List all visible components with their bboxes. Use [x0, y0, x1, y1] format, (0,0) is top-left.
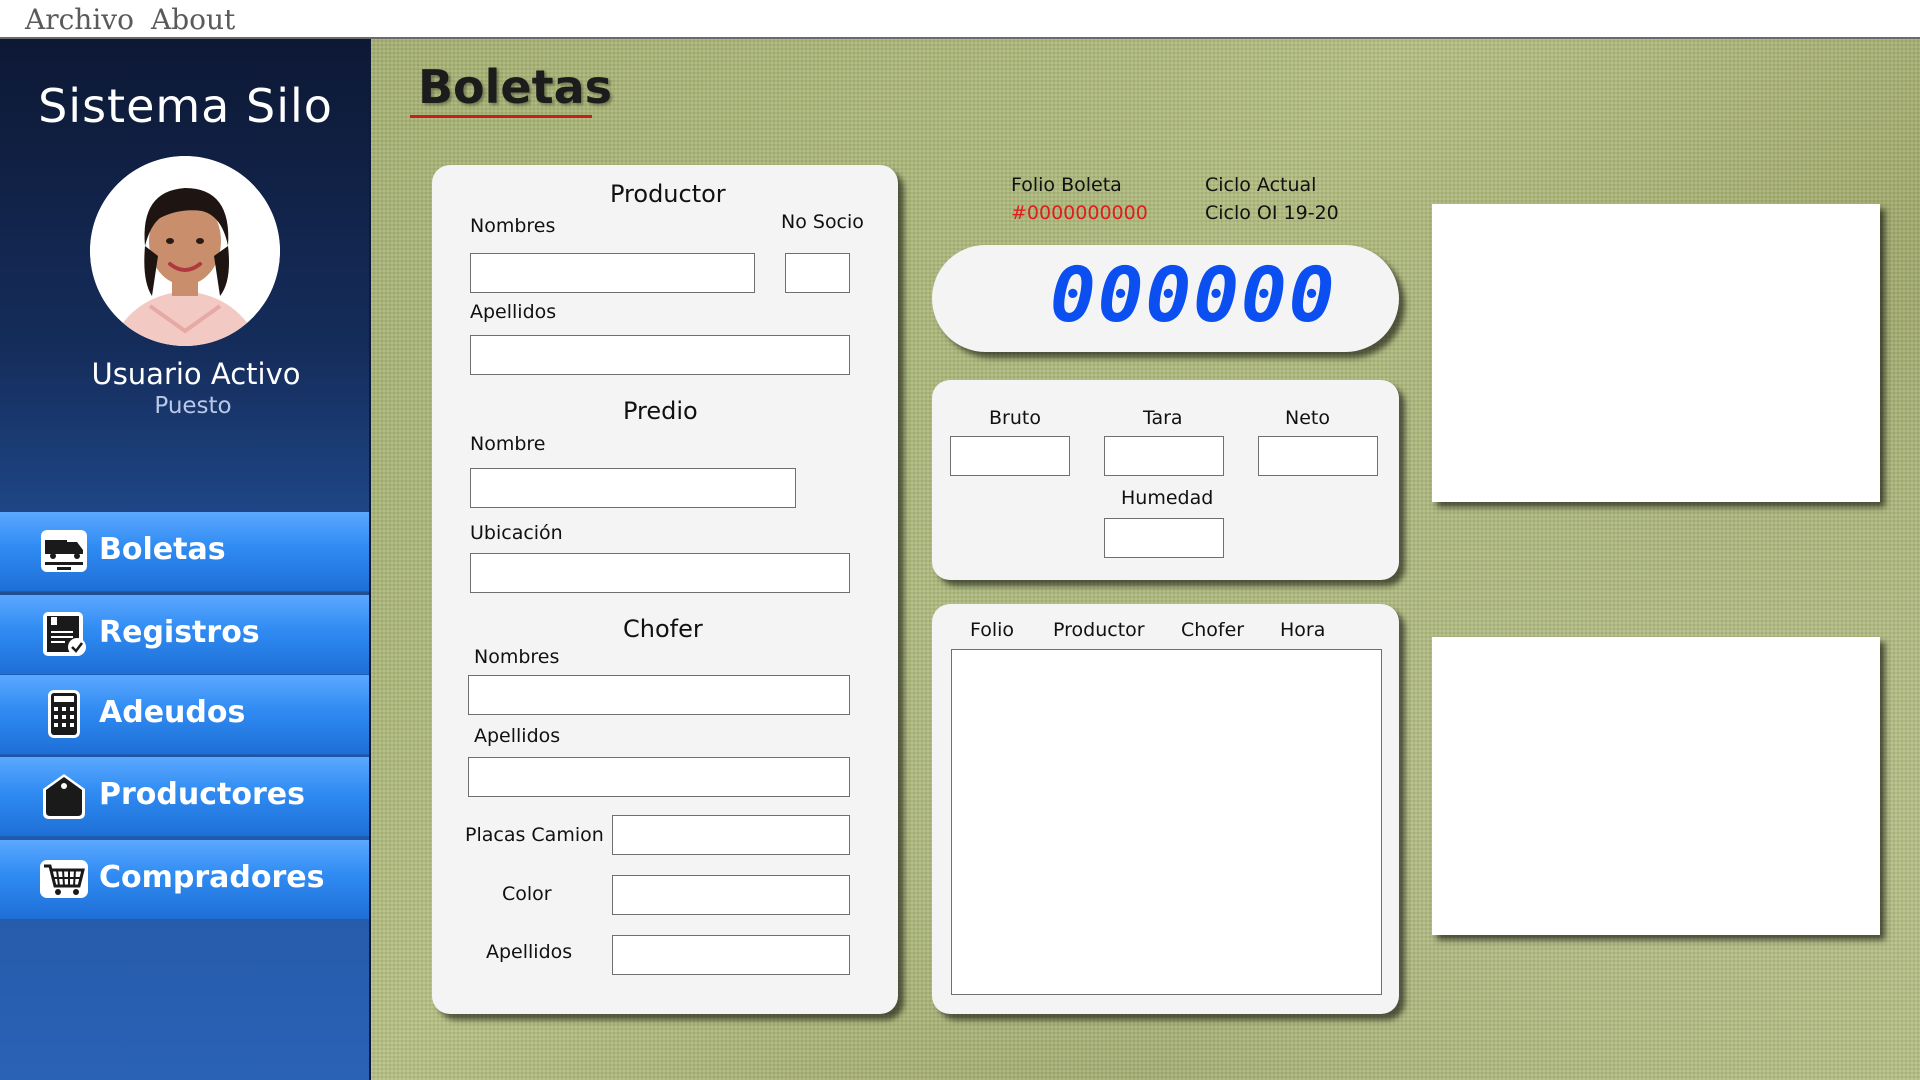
- chofer-section-title: Chofer: [623, 615, 703, 643]
- menu-bar: Archivo About: [0, 0, 1920, 39]
- folio-label: Folio Boleta: [1011, 174, 1122, 196]
- nav-label-registros: Registros: [99, 615, 260, 650]
- ubicacion-label: Ubicación: [470, 522, 563, 544]
- title-underline: [410, 115, 592, 118]
- ciclo-value: Ciclo OI 19-20: [1205, 202, 1339, 224]
- table-header-hora[interactable]: Hora: [1280, 619, 1325, 641]
- table-body[interactable]: [951, 649, 1382, 995]
- color-input[interactable]: [612, 875, 850, 915]
- predio-section-title: Predio: [623, 397, 698, 425]
- chofer-apellidos-label: Apellidos: [474, 725, 561, 747]
- calculator-icon: [39, 689, 89, 739]
- neto-label: Neto: [1285, 407, 1330, 429]
- shopping-cart-icon: [39, 854, 89, 904]
- no-socio-input[interactable]: [785, 253, 850, 293]
- nav-label-productores: Productores: [99, 777, 305, 812]
- user-name: Usuario Activo: [91, 357, 301, 391]
- truck-icon: [39, 526, 89, 576]
- humedad-input[interactable]: [1104, 518, 1224, 558]
- humedad-label: Humedad: [1121, 487, 1214, 509]
- nombres-label: Nombres: [470, 215, 556, 237]
- tara-label: Tara: [1143, 407, 1183, 429]
- user-photo-icon: [90, 156, 280, 346]
- register-icon: [39, 609, 89, 659]
- chofer-apellidos-input[interactable]: [468, 757, 850, 797]
- page-title: Boletas: [418, 60, 613, 114]
- predio-nombre-label: Nombre: [470, 433, 546, 455]
- ciclo-label: Ciclo Actual: [1205, 174, 1317, 196]
- nav-item-boletas[interactable]: Boletas: [0, 512, 369, 592]
- nav-label-adeudos: Adeudos: [99, 695, 246, 730]
- nav-item-compradores[interactable]: Compradores: [0, 840, 369, 920]
- user-role: Puesto: [154, 393, 232, 419]
- nav-item-adeudos[interactable]: Adeudos: [0, 675, 369, 755]
- nav-item-registros[interactable]: Registros: [0, 595, 369, 675]
- chofer-nombres-label: Nombres: [474, 646, 560, 668]
- bruto-label: Bruto: [989, 407, 1041, 429]
- camera-view-bottom: [1432, 637, 1880, 935]
- productor-nombres-input[interactable]: [470, 253, 755, 293]
- apellidos2-input[interactable]: [612, 935, 850, 975]
- scale-display-value: 000000: [1050, 250, 1337, 339]
- productor-apellidos-input[interactable]: [470, 335, 850, 375]
- predio-nombre-input[interactable]: [470, 468, 796, 508]
- tara-input[interactable]: [1104, 436, 1224, 476]
- nav-label-boletas: Boletas: [99, 532, 226, 567]
- bruto-input[interactable]: [950, 436, 1070, 476]
- nav-item-productores[interactable]: Productores: [0, 757, 369, 837]
- placas-input[interactable]: [612, 815, 850, 855]
- apellidos-label: Apellidos: [470, 301, 557, 323]
- productor-section-title: Productor: [610, 180, 726, 208]
- sidebar: Sistema Silo Usuario Activo Puesto Bolet…: [0, 39, 371, 1080]
- app-title: Sistema Silo: [38, 79, 333, 133]
- neto-input[interactable]: [1258, 436, 1378, 476]
- table-header-folio[interactable]: Folio: [970, 619, 1014, 641]
- apellidos2-label: Apellidos: [486, 941, 573, 963]
- table-header-chofer[interactable]: Chofer: [1181, 619, 1244, 641]
- menu-about[interactable]: About: [151, 3, 235, 36]
- table-header-productor[interactable]: Productor: [1053, 619, 1145, 641]
- tag-icon: [39, 771, 89, 821]
- chofer-nombres-input[interactable]: [468, 675, 850, 715]
- placas-label: Placas Camion: [465, 824, 604, 846]
- color-label: Color: [502, 883, 552, 905]
- menu-archivo[interactable]: Archivo: [25, 3, 134, 36]
- avatar: [90, 156, 280, 346]
- no-socio-label: No Socio: [781, 211, 864, 233]
- nav-label-compradores: Compradores: [99, 860, 325, 895]
- folio-value: #0000000000: [1011, 202, 1148, 224]
- camera-view-top: [1432, 204, 1880, 502]
- ubicacion-input[interactable]: [470, 553, 850, 593]
